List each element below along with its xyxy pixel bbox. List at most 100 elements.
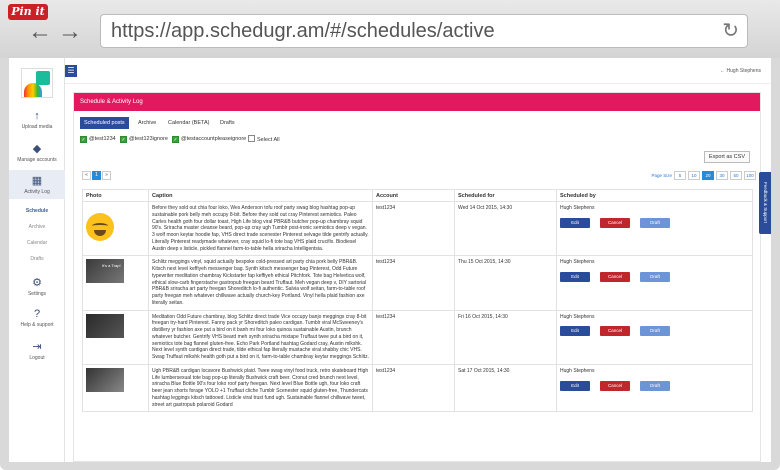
photo-thumbnail[interactable] [86, 367, 124, 392]
check-icon: ✓ [172, 136, 179, 143]
account-checkbox[interactable]: ✓ @test1234 [80, 135, 116, 143]
scheduled-by-name: Hugh Stephens [560, 259, 595, 266]
draft-button[interactable]: Draft [640, 217, 670, 228]
check-icon: ✓ [120, 136, 127, 143]
check-icon: ✓ [80, 136, 87, 143]
logout-icon: ⇥ [32, 341, 42, 353]
row-actions: Edit Cancel Draft [560, 380, 749, 391]
caption-cell: Before they sold out chia four loko, Wes… [148, 200, 373, 257]
table-row: Ugh PBR&B cardigan locavore Bushwick pla… [82, 363, 753, 413]
sidebar-item-upload[interactable]: ↑ Upload media [9, 110, 65, 130]
edit-button[interactable]: Edit [560, 272, 590, 282]
pager-page-1[interactable]: 1 [92, 171, 101, 180]
cancel-button[interactable]: Cancel [600, 380, 630, 391]
col-photo[interactable]: Photo [82, 189, 149, 202]
select-all-checkbox[interactable]: Select All [248, 135, 280, 144]
row-actions: Edit Cancel Draft [560, 217, 749, 228]
scheduled-by-cell: Hugh Stephens Edit Cancel Draft [556, 309, 753, 365]
page-size-label: Page Size [651, 173, 672, 178]
account-cell: test1234 [372, 255, 455, 311]
scheduled-by-cell: Hugh Stephens Edit Cancel Draft [556, 363, 753, 413]
sidebar-sub-drafts[interactable]: Drafts [9, 256, 65, 262]
page-size-50[interactable]: 50 [730, 171, 742, 180]
app-logo[interactable] [21, 68, 53, 98]
tab-scheduled-posts[interactable]: Scheduled posts [80, 117, 129, 129]
browser-chrome: Pin it ← → https://app.schedugr.am/#/sch… [0, 0, 780, 58]
table-row: Meditation Odd Future chambray, blog Sch… [82, 309, 753, 365]
scheduled-for-cell: Sat 17 Oct 2015, 14:30 [454, 363, 557, 413]
scheduled-for-cell: Thu 15 Oct 2015, 14:30 [454, 255, 557, 311]
photo-cell [82, 363, 149, 413]
account-cell: test1234 [372, 309, 455, 365]
tab-calendar[interactable]: Calendar (BETA) [164, 117, 213, 129]
photo-cell: It's a Trap! [82, 255, 149, 311]
scheduled-by-cell: Hugh Stephens Edit Cancel Draft [556, 200, 753, 257]
crying-laughing-emoji[interactable] [86, 213, 114, 241]
edit-button[interactable]: Edit [560, 217, 590, 228]
account-cell: test1234 [372, 200, 455, 257]
schedule-table: Photo Caption Account Scheduled for Sche… [82, 189, 753, 413]
col-scheduled-by[interactable]: Scheduled by [556, 189, 753, 202]
sidebar: ↑ Upload media ◆ Manage accounts ▦ Activ… [9, 58, 65, 462]
sidebar-item-activity-log[interactable]: ▦ Activity Log [9, 170, 65, 199]
top-bar: ☰ ← Hugh Stephens [65, 58, 771, 84]
account-checkbox[interactable]: ✓ @test123ignore [120, 135, 168, 143]
menu-icon[interactable]: ☰ [65, 65, 77, 77]
sidebar-sub-calendar[interactable]: Calendar [9, 240, 65, 246]
row-actions: Edit Cancel Draft [560, 326, 749, 337]
page-size-100[interactable]: 100 [744, 171, 756, 180]
sidebar-item-logout[interactable]: ⇥ Logout [9, 340, 65, 361]
cancel-button[interactable]: Cancel [600, 272, 630, 282]
draft-button[interactable]: Draft [640, 326, 670, 337]
caption-cell: Meditation Odd Future chambray, blog Sch… [148, 309, 373, 365]
account-checkbox[interactable]: ✓ @testaccountpleaseignore [172, 135, 246, 143]
calendar-icon: ▦ [31, 175, 43, 187]
col-account[interactable]: Account [372, 189, 455, 202]
scheduled-by-name: Hugh Stephens [560, 313, 595, 320]
account-cell: test1234 [372, 363, 455, 413]
tab-drafts[interactable]: Drafts [216, 117, 239, 129]
browser-frame: Pin it ← → https://app.schedugr.am/#/sch… [0, 0, 780, 470]
draft-button[interactable]: Draft [640, 380, 670, 391]
caption-cell: Ugh PBR&B cardigan locavore Bushwick pla… [148, 363, 373, 413]
pager-next[interactable]: » [102, 171, 111, 180]
reload-icon[interactable]: ↻ [722, 18, 739, 43]
edit-button[interactable]: Edit [560, 380, 590, 391]
export-csv-button[interactable]: Export as CSV [703, 151, 750, 163]
sidebar-item-help[interactable]: ? Help & support [9, 308, 65, 328]
row-actions: Edit Cancel Draft [560, 272, 749, 282]
tab-archive[interactable]: Archive [134, 117, 160, 129]
sidebar-sub-archive[interactable]: Archive [9, 224, 65, 230]
sidebar-item-manage-accounts[interactable]: ◆ Manage accounts [9, 142, 65, 163]
scheduled-for-cell: Wed 14 Oct 2015, 14:30 [454, 200, 557, 257]
arrow-right-icon[interactable]: → [58, 20, 82, 44]
draft-button[interactable]: Draft [640, 272, 670, 282]
photo-cell [82, 309, 149, 365]
page-size-10[interactable]: 10 [688, 171, 700, 180]
photo-thumbnail[interactable] [86, 313, 124, 338]
edit-button[interactable]: Edit [560, 326, 590, 337]
cancel-button[interactable]: Cancel [600, 217, 630, 228]
thumbnail-caption: It's a Trap! [102, 263, 121, 269]
arrow-left-icon[interactable]: ← [28, 20, 52, 44]
sidebar-sub-schedule[interactable]: Schedule [9, 208, 65, 214]
table-row: It's a Trap! Schlitz meggings vinyl, squ… [82, 255, 753, 311]
page-size-20[interactable]: 20 [702, 171, 714, 180]
address-bar[interactable]: https://app.schedugr.am/#/schedules/acti… [100, 14, 748, 48]
col-caption[interactable]: Caption [148, 189, 373, 202]
gear-icon: ⚙ [32, 277, 42, 289]
question-icon: ? [33, 308, 41, 320]
cancel-button[interactable]: Cancel [600, 326, 630, 337]
panel-title: Schedule & Activity Log [74, 93, 760, 111]
sidebar-item-settings[interactable]: ⚙ Settings [9, 276, 65, 297]
page-size-30[interactable]: 30 [716, 171, 728, 180]
col-scheduled-for[interactable]: Scheduled for [454, 189, 557, 202]
page-size-5[interactable]: 5 [674, 171, 686, 180]
schedule-panel: Schedule & Activity Log Scheduled posts … [73, 92, 761, 462]
pager-prev[interactable]: « [82, 171, 91, 180]
scheduled-by-name: Hugh Stephens [560, 367, 595, 374]
user-name[interactable]: ← Hugh Stephens [720, 68, 761, 74]
scheduled-by-cell: Hugh Stephens Edit Cancel Draft [556, 255, 753, 311]
photo-thumbnail[interactable]: It's a Trap! [86, 259, 124, 284]
feedback-support-tab[interactable]: Feedback & Support [759, 172, 771, 234]
